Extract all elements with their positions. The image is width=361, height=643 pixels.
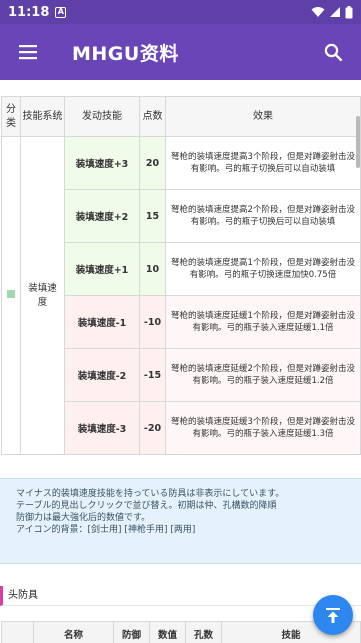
category-color-marker: [7, 290, 15, 298]
status-icons: [311, 5, 353, 19]
content-area[interactable]: 分类 技能系统 发动技能 点数 效果 装填速度 装填速度+3 20 弩枪的装填速…: [0, 80, 361, 643]
signal-icon: [330, 7, 340, 17]
info-note-box: マイナス的装填速度技能を持っている防具は非表示にしています。 テーブル的見出しク…: [0, 478, 361, 564]
header-skill-system[interactable]: 技能系统: [20, 96, 65, 137]
search-button[interactable]: [305, 24, 361, 80]
header-name[interactable]: 名称: [33, 621, 114, 643]
arrow-up-to-top-icon: [326, 607, 340, 623]
header-value[interactable]: 数值: [149, 621, 186, 643]
category-cell: [1, 136, 21, 455]
search-icon: [324, 43, 342, 61]
battery-icon: [345, 5, 353, 18]
skill-name: 装填速度+2: [64, 189, 140, 243]
hamburger-menu-icon: [19, 45, 37, 60]
header-points[interactable]: 点数: [139, 96, 166, 137]
skill-table-header: 分类 技能系统 发动技能 点数 效果: [1, 96, 361, 137]
skill-name: 装填速度+1: [64, 242, 140, 296]
skill-effect: 弩枪的装填速度延缓3个阶段，但是对蹲姿射击没有影响。弓的瓶子装入速度延缓1.3倍: [165, 401, 361, 455]
status-time: 11:18: [8, 4, 50, 20]
armor-table: 名称 防御 数值 孔数 技能: [1, 621, 361, 643]
note-line: アイコン的背景：[剑士用] [神枪手用] [两用]: [16, 525, 196, 535]
skill-points: 15: [139, 189, 166, 243]
header-activated-skill[interactable]: 发动技能: [64, 96, 140, 137]
skill-points: -10: [139, 295, 166, 349]
app-bar: MHGU资料: [0, 24, 361, 80]
header-defense[interactable]: 防御: [113, 621, 150, 643]
menu-button[interactable]: [0, 24, 56, 80]
notification-app-icon: A: [55, 6, 67, 18]
note-line: マイナス的装填速度技能を持っている防具は非表示にしています。: [16, 489, 285, 499]
skill-effect: 弩枪的装填速度延缓1个阶段，但是对蹲姿射击没有影响。弓的瓶子装入速度延缓1.1倍: [165, 295, 361, 349]
skill-effect: 弩枪的装填速度提高1个阶段，但是对蹲姿射击没有影响。弓的瓶子切换速度加快0.75…: [165, 242, 361, 296]
skill-effect: 弩枪的装填速度提高2个阶段，但是对蹲姿射击没有影响。弓的瓶子切换后可以自动装填: [165, 189, 361, 243]
header-slots[interactable]: 孔数: [185, 621, 222, 643]
scroll-to-top-button[interactable]: [313, 595, 353, 635]
armor-section-heading: 头防具: [0, 586, 361, 606]
skill-effect: 弩枪的装填速度延缓2个阶段，但是对蹲姿射击没有影响。弓的瓶子装入速度延缓1.2倍: [165, 348, 361, 402]
skill-points: -15: [139, 348, 166, 402]
skill-points: 20: [139, 136, 166, 190]
note-line: テーブル的見出しクリックで並び替え。初期は仲、孔構数的降順: [16, 501, 277, 511]
skill-points: -20: [139, 401, 166, 455]
header-category[interactable]: 分类: [1, 96, 21, 137]
skill-effect: 弩枪的装填速度提高3个阶段，但是对蹲姿射击没有影响。弓的瓶子切换后可以自动装填: [165, 136, 361, 190]
header-blank: [1, 621, 34, 643]
skill-name: 装填速度-1: [64, 295, 140, 349]
skill-table: 分类 技能系统 发动技能 点数 效果 装填速度 装填速度+3 20 弩枪的装填速…: [1, 96, 361, 455]
armor-table-header: 名称 防御 数值 孔数 技能: [1, 621, 361, 643]
header-effect[interactable]: 效果: [165, 96, 361, 137]
skill-name: 装填速度-2: [64, 348, 140, 402]
note-line: 防御力は最大強化后的数値です。: [16, 513, 151, 523]
skill-points: 10: [139, 242, 166, 296]
app-title: MHGU资料: [72, 42, 179, 65]
wifi-icon: [311, 7, 325, 17]
skill-name: 装填速度-3: [64, 401, 140, 455]
scrollbar-thumb[interactable]: [356, 116, 360, 168]
skill-system-name: 装填速度: [20, 136, 65, 455]
table-row: 装填速度 装填速度+3 20 弩枪的装填速度提高3个阶段，但是对蹲姿射击没有影响…: [1, 136, 361, 455]
skill-name: 装填速度+3: [64, 136, 140, 190]
status-bar: 11:18 A: [0, 0, 361, 24]
